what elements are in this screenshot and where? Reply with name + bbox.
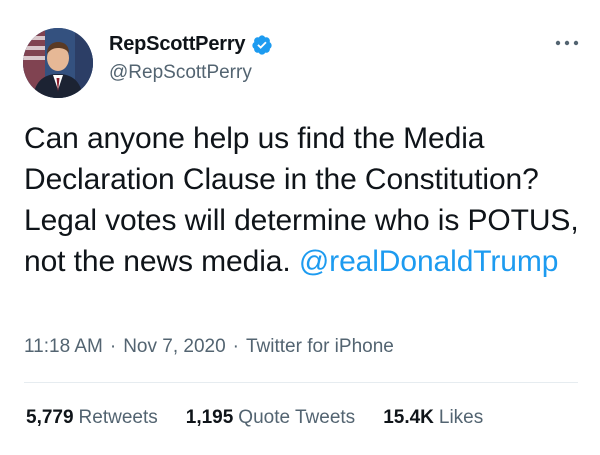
quote-tweets-stat[interactable]: 1,195 Quote Tweets xyxy=(186,407,355,429)
more-options-icon[interactable] xyxy=(553,33,581,53)
tweet-metadata: 11:18 AM · Nov 7, 2020 · Twitter for iPh… xyxy=(24,336,394,358)
tweet-date[interactable]: Nov 7, 2020 xyxy=(123,336,225,358)
avatar-photo xyxy=(23,28,93,98)
tweet-time[interactable]: 11:18 AM xyxy=(24,336,103,358)
likes-count: 15.4K xyxy=(383,407,434,428)
verified-badge-icon xyxy=(251,34,273,56)
retweets-stat[interactable]: 5,779 Retweets xyxy=(26,407,158,429)
tweet-card: RepScottPerry @RepScottPerry Can anyone … xyxy=(0,0,600,455)
divider xyxy=(24,382,578,383)
retweets-label: Retweets xyxy=(78,407,158,428)
quote-tweets-label: Quote Tweets xyxy=(238,407,356,428)
meta-separator: · xyxy=(232,336,239,357)
quote-tweets-count: 1,195 xyxy=(185,407,234,428)
likes-label: Likes xyxy=(438,407,484,428)
author-handle[interactable]: @RepScottPerry xyxy=(109,62,252,84)
engagement-stats: 5,779 Retweets 1,195 Quote Tweets 15.4K Lik… xyxy=(26,407,511,429)
meta-separator: · xyxy=(109,336,117,357)
retweets-count: 5,779 xyxy=(26,407,74,428)
tweet-text: Can anyone help us find the Media Declar… xyxy=(24,118,584,282)
avatar[interactable] xyxy=(23,28,93,98)
tweet-client[interactable]: Twitter for iPhone xyxy=(246,336,394,358)
likes-stat[interactable]: 15.4K Likes xyxy=(383,407,483,429)
mention-link[interactable]: @realDonaldTrump xyxy=(299,245,559,278)
author-display-name[interactable]: RepScottPerry xyxy=(109,33,246,56)
author-name-row[interactable]: RepScottPerry xyxy=(109,33,273,56)
